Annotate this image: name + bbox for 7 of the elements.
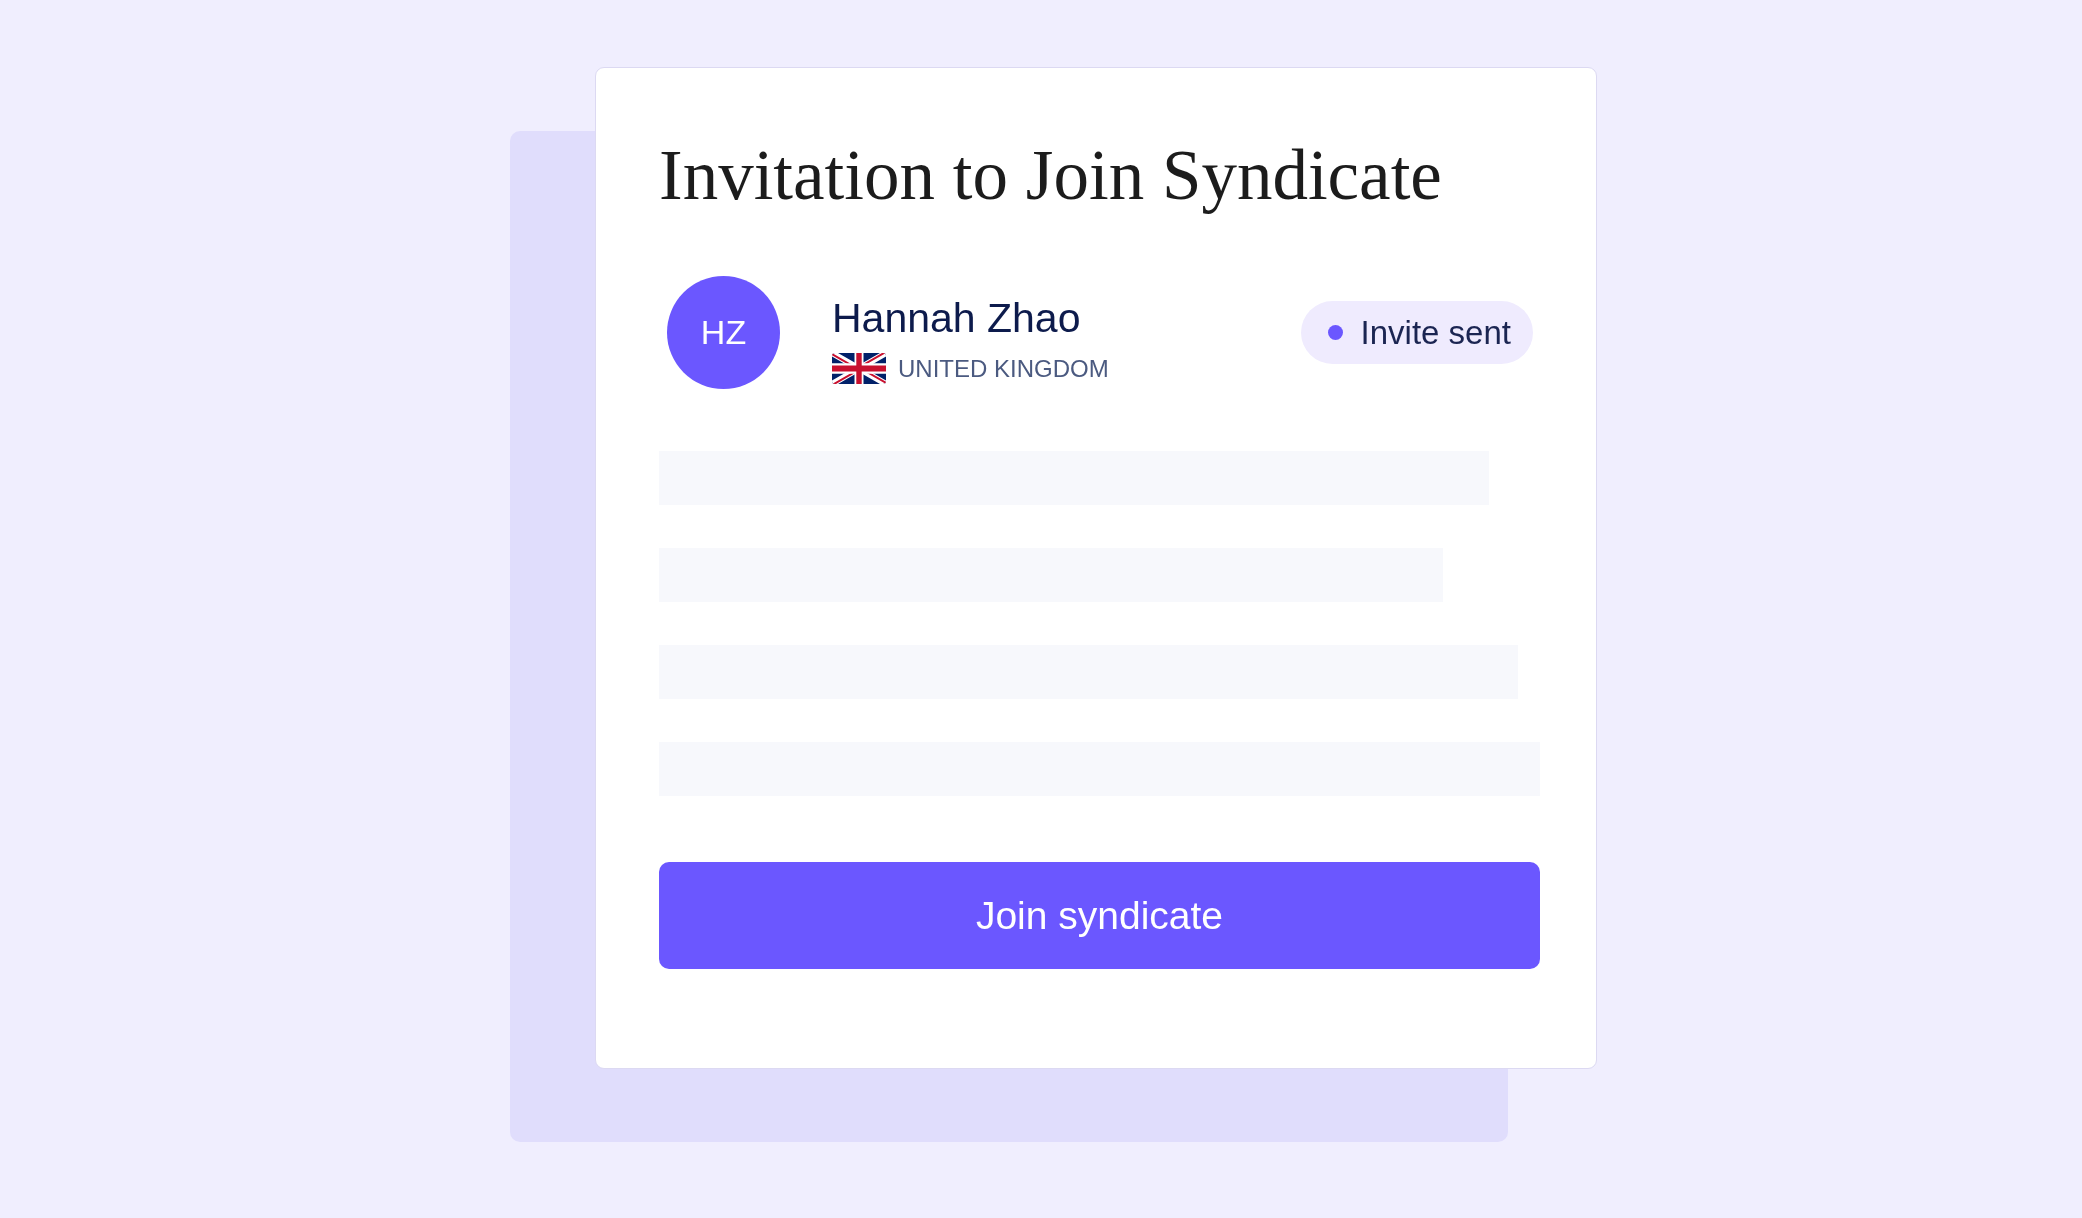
avatar-initials: HZ	[667, 276, 780, 389]
invitee-country: UNITED KINGDOM	[898, 353, 1109, 384]
status-label: Invite sent	[1360, 312, 1511, 353]
invitee-name: Hannah Zhao	[832, 294, 1081, 342]
join-button[interactable]: Join syndicate	[659, 862, 1540, 969]
status-dot-icon	[1327, 325, 1343, 340]
flag-icon	[832, 353, 886, 384]
